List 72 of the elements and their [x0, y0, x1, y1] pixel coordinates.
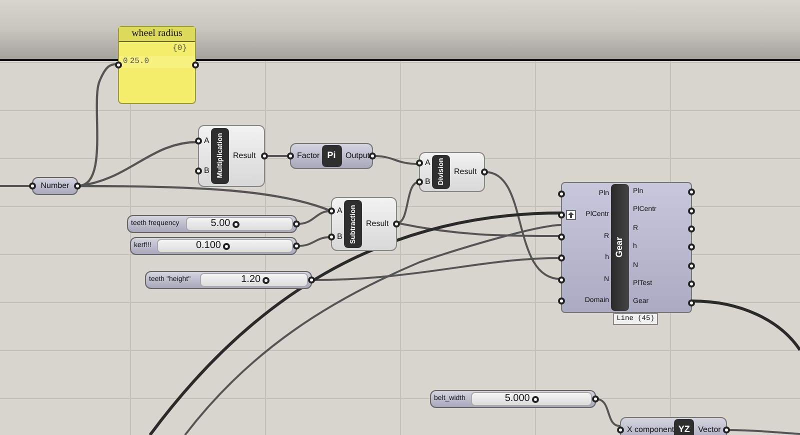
slider-track[interactable]: 1.20 [200, 273, 308, 287]
slider-grip-icon[interactable] [232, 220, 240, 228]
input-label: X component [626, 424, 674, 435]
slider-value: 5.00 [210, 219, 230, 229]
slider-value: 5.000 [504, 394, 530, 404]
output-label: Vector [697, 424, 721, 435]
input-label: A [336, 206, 344, 216]
input-label: B [424, 176, 432, 186]
wire [265, 155, 290, 157]
item-index: 0 [123, 56, 128, 68]
port-icon[interactable] [328, 208, 335, 214]
port-icon[interactable] [688, 262, 695, 270]
param-node[interactable]: Number [32, 177, 78, 195]
slider-grip-icon[interactable] [262, 276, 270, 284]
port-icon[interactable] [558, 298, 565, 305]
port-icon[interactable] [617, 426, 624, 434]
port-icon[interactable] [328, 234, 335, 240]
port-icon[interactable] [558, 254, 565, 262]
output-label: Output [344, 150, 370, 162]
component-name-bar: YZ [674, 419, 694, 435]
slider-grip-icon[interactable] [223, 242, 230, 250]
port-icon[interactable] [261, 152, 268, 160]
component-name-bar: Gear [611, 184, 629, 311]
output-label: Result [453, 167, 478, 177]
panel-node[interactable]: wheel radius {0} 0 25.0 [118, 26, 196, 104]
port-icon[interactable] [416, 159, 423, 166]
component-name-bar: Pi [322, 145, 342, 167]
port-icon[interactable] [592, 396, 599, 402]
slider-track[interactable]: 5.000 [471, 392, 592, 406]
port-icon[interactable] [558, 212, 565, 219]
port-icon[interactable] [308, 276, 315, 284]
wire [0, 185, 32, 187]
port-icon[interactable] [688, 299, 695, 306]
port-icon[interactable] [293, 220, 300, 228]
port-icon[interactable] [74, 182, 81, 190]
input-label: B [203, 166, 210, 176]
input-label: A [203, 136, 210, 146]
port-icon[interactable] [558, 190, 565, 198]
port-icon[interactable] [29, 182, 36, 190]
port-icon[interactable] [293, 242, 300, 250]
slider-value: 1.20 [241, 275, 261, 285]
panel-path: {0} [172, 43, 188, 55]
component-node[interactable]: X component YZ Vector [620, 417, 727, 435]
component-node[interactable]: Factor Pi Output [290, 143, 373, 169]
port-icon[interactable] [287, 152, 294, 160]
port-icon[interactable] [481, 168, 488, 176]
panel-title: wheel radius [119, 27, 195, 42]
port-icon[interactable] [688, 280, 695, 288]
port-icon[interactable] [192, 62, 199, 68]
item-value: 25.0 [130, 56, 150, 68]
input-label: A [424, 158, 432, 168]
input-label: Factor [296, 150, 320, 162]
port-icon[interactable] [688, 188, 695, 196]
port-icon[interactable] [688, 244, 695, 251]
slider-track[interactable]: 0.100 [157, 239, 293, 253]
port-icon[interactable] [723, 426, 730, 434]
port-icon[interactable] [688, 226, 695, 233]
port-icon[interactable] [115, 62, 122, 68]
input-label: B [336, 232, 344, 242]
port-icon[interactable] [393, 220, 400, 228]
port-icon[interactable] [688, 207, 695, 214]
port-icon[interactable] [195, 138, 202, 144]
port-icon[interactable] [558, 233, 565, 240]
output-label: Result [232, 151, 257, 161]
port-icon[interactable] [558, 276, 565, 284]
port-icon[interactable] [416, 178, 423, 185]
port-icon[interactable] [369, 152, 376, 160]
slider-value: 0.100 [196, 241, 221, 251]
port-icon[interactable] [195, 168, 202, 174]
slider-grip-icon[interactable] [532, 396, 539, 402]
slider-track[interactable]: 5.00 [186, 217, 293, 231]
output-label: Result [365, 219, 390, 229]
